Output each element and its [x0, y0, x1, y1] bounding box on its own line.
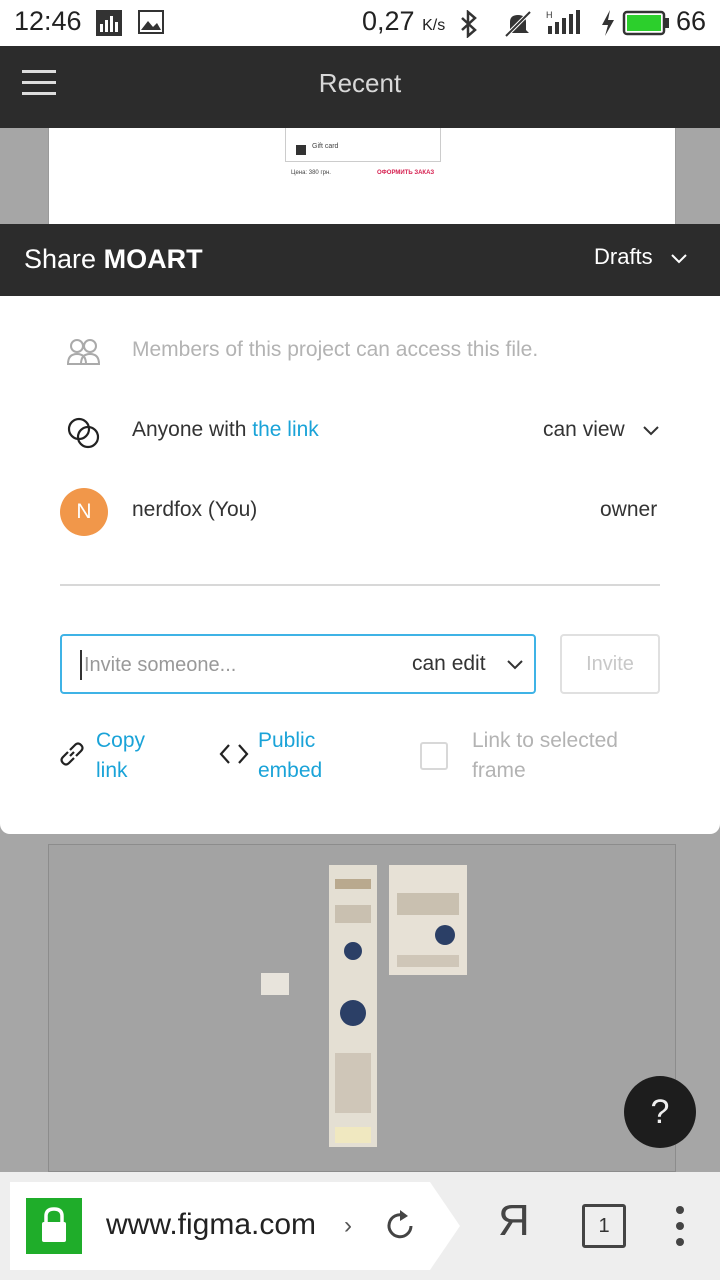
infographic-art-2 [397, 893, 459, 967]
lock-icon [26, 1198, 82, 1254]
svg-text:H: H [546, 10, 553, 20]
image-icon [138, 10, 164, 34]
share-title: Share MOART [24, 244, 203, 274]
share-dialog-header: Share MOART Drafts [0, 224, 720, 296]
link-selected-frame-checkbox[interactable] [420, 742, 448, 770]
status-bar: 12:46 0,27 K/s H 66 [0, 0, 720, 46]
status-time: 12:46 [14, 6, 82, 36]
infographic-art [335, 879, 371, 1143]
file-thumbnail[interactable]: Gift card Цена: 380 грн. ОФОРМИТЬ ЗАКАЗ [48, 128, 676, 238]
help-button[interactable]: ? [624, 1076, 696, 1148]
checkbox-thumb [296, 145, 306, 155]
battery-icon [622, 10, 669, 36]
page-title: Recent [318, 68, 402, 98]
copy-link-button[interactable]: Copy link [96, 726, 145, 786]
order-label: ОФОРМИТЬ ЗАКАЗ [377, 170, 435, 176]
divider [60, 584, 660, 586]
chevron-down-icon[interactable] [642, 424, 660, 438]
file-thumbnail-canvas[interactable] [48, 844, 676, 1172]
chevron-down-icon[interactable] [506, 658, 524, 672]
address-bar-tip [430, 1182, 460, 1270]
invite-permission-select[interactable]: can edit [412, 652, 486, 676]
infographic-thumb [329, 865, 377, 1147]
more-vert-icon[interactable] [676, 1206, 686, 1254]
link-permission-select[interactable]: can view [543, 418, 625, 442]
tabs-button[interactable]: 1 [582, 1204, 626, 1248]
frame-thumb [261, 973, 289, 995]
bluetooth-icon [461, 10, 477, 38]
browser-bar: www.figma.com › Я 1 [0, 1172, 720, 1280]
members-access-text: Members of this project can access this … [132, 338, 539, 361]
members-icon [66, 339, 101, 365]
share-dialog: Members of this project can access this … [0, 296, 720, 834]
user-role: owner [600, 498, 658, 521]
project-location-select[interactable]: Drafts [594, 244, 653, 270]
embed-icon[interactable] [218, 742, 250, 766]
equalizer-icon [96, 10, 122, 36]
yandex-button[interactable]: Я [498, 1196, 530, 1246]
price-label: Цена: 380 грн. [291, 170, 331, 176]
invite-button[interactable]: Invite [560, 634, 660, 694]
invite-field: can edit [60, 634, 536, 694]
gift-card-label: Gift card [312, 143, 339, 150]
signal-icon: H [546, 10, 580, 34]
link-icon[interactable] [58, 740, 86, 768]
avatar: N [60, 488, 108, 536]
charging-icon [602, 10, 614, 36]
app-bar: Recent [0, 46, 720, 128]
network-speed: 0,27 K/s [362, 6, 446, 36]
user-name: nerdfox (You) [132, 498, 258, 521]
link-access-text: Anyone with the link [132, 418, 319, 441]
public-embed-button[interactable]: Public embed [258, 726, 322, 786]
link-selected-frame-label: Link to selected frame [472, 729, 618, 782]
address-bar[interactable]: www.figma.com › [10, 1182, 430, 1270]
chevron-down-icon[interactable] [670, 250, 688, 268]
invite-input[interactable] [80, 650, 380, 680]
mini-form: Gift card [285, 128, 441, 162]
battery-level: 66 [676, 6, 707, 36]
mute-icon [504, 10, 532, 38]
reload-icon[interactable] [384, 1208, 418, 1244]
the-link[interactable]: the link [252, 418, 319, 441]
link-access-icon [67, 417, 100, 449]
url-chevron-icon: › [344, 1212, 352, 1239]
infographic-thumb-2 [389, 865, 467, 975]
url-text: www.figma.com [106, 1208, 317, 1241]
